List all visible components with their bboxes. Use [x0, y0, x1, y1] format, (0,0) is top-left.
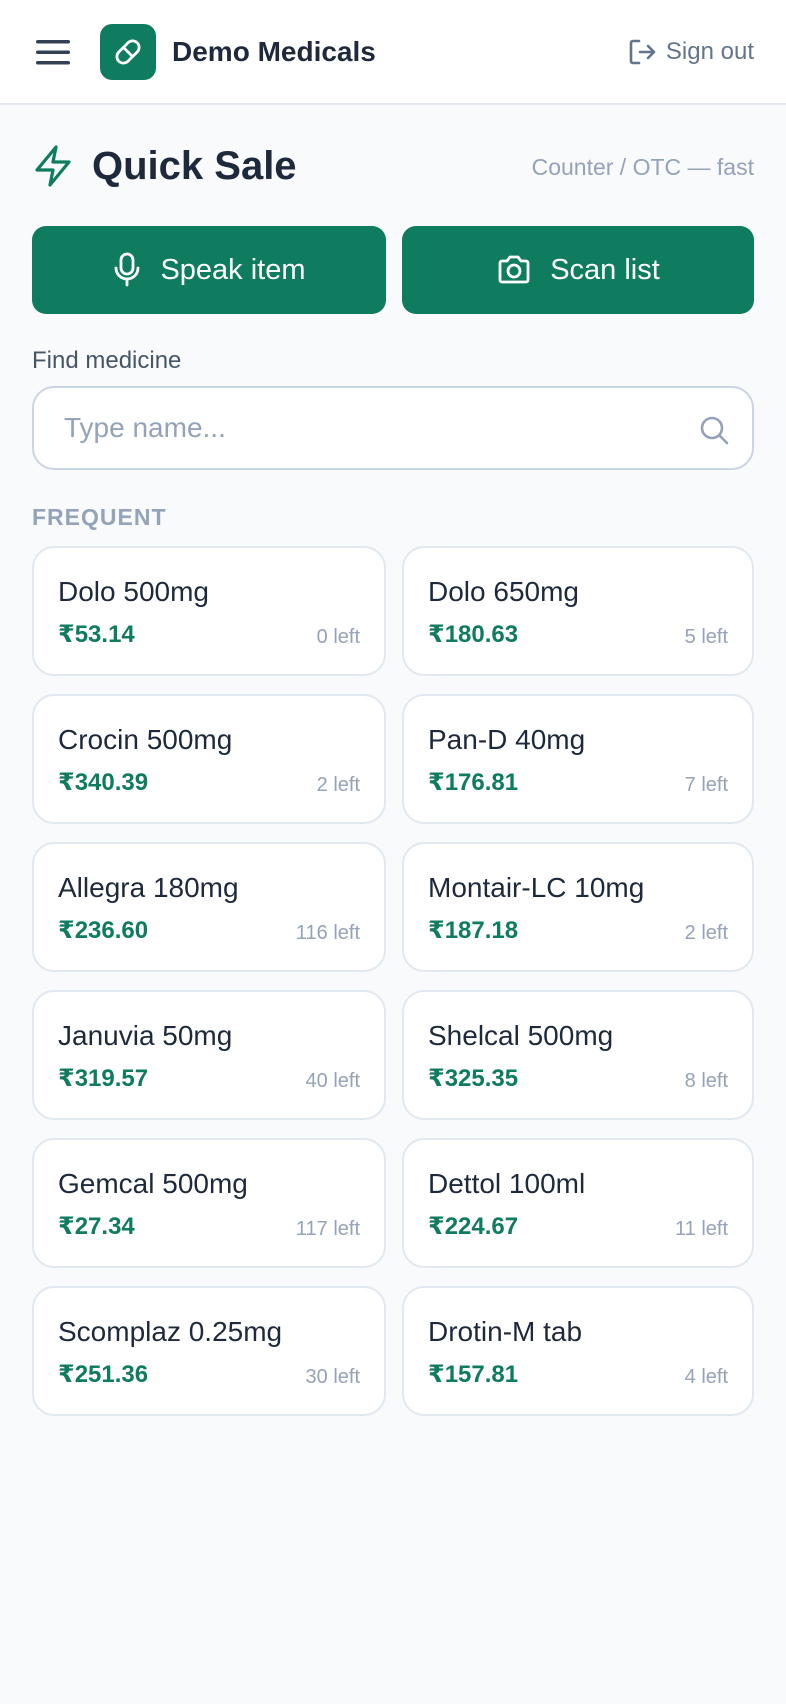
medicine-price: ₹176.81 — [428, 769, 519, 796]
medicine-card[interactable]: Januvia 50mg ₹319.57 40 left — [32, 990, 386, 1120]
medicine-card[interactable]: Dettol 100ml ₹224.67 11 left — [402, 1138, 754, 1268]
medicine-stock: 5 left — [684, 626, 728, 648]
page-header: Quick Sale Counter / OTC — fast — [32, 140, 754, 192]
medicine-stock: 2 left — [316, 774, 360, 796]
section-heading-frequent: FREQUENT — [32, 504, 167, 530]
medicine-name: Pan-D 40mg — [428, 724, 586, 755]
medicine-name: Crocin 500mg — [58, 724, 233, 755]
medicine-stock: 7 left — [684, 774, 728, 796]
medicine-name: Dolo 500mg — [58, 576, 209, 607]
medicine-price: ₹325.35 — [428, 1065, 519, 1092]
medicine-name: Januvia 50mg — [58, 1020, 233, 1051]
medicine-card[interactable]: Crocin 500mg ₹340.39 2 left — [32, 694, 386, 824]
camera-icon — [498, 255, 530, 284]
search-label: Find medicine — [32, 347, 182, 374]
speak-item-label: Speak item — [160, 253, 306, 286]
sign-out-label: Sign out — [665, 38, 754, 65]
medicine-stock: 40 left — [305, 1070, 360, 1092]
medicine-name: Drotin-M tab — [428, 1316, 583, 1347]
medicine-name: Dettol 100ml — [428, 1168, 586, 1199]
medicine-price: ₹53.14 — [58, 621, 135, 648]
medicine-card[interactable]: Scomplaz 0.25mg ₹251.36 30 left — [32, 1286, 386, 1416]
search-icon[interactable] — [698, 414, 730, 446]
medicine-name: Scomplaz 0.25mg — [58, 1316, 283, 1347]
medicine-card[interactable]: Pan-D 40mg ₹176.81 7 left — [402, 694, 754, 824]
medicine-card[interactable]: Dolo 650mg ₹180.63 5 left — [402, 546, 754, 676]
top-bar: Demo Medicals Sign out — [0, 0, 786, 105]
scan-list-button[interactable]: Scan list — [402, 226, 754, 314]
medicine-price: ₹236.60 — [58, 917, 149, 944]
medicine-name: Montair-LC 10mg — [428, 872, 645, 903]
page-subtitle: Counter / OTC — fast — [531, 154, 754, 180]
frequent-items-grid: Dolo 500mg ₹53.14 0 left Dolo 650mg ₹180… — [32, 546, 754, 1416]
microphone-icon — [115, 252, 140, 287]
search-input[interactable] — [62, 388, 662, 468]
medicine-price: ₹251.36 — [58, 1361, 149, 1388]
lightning-bolt-icon — [35, 145, 71, 187]
medicine-price: ₹319.57 — [58, 1065, 149, 1092]
medicine-name: Dolo 650mg — [428, 576, 579, 607]
medicine-stock: 2 left — [684, 922, 728, 944]
medicine-card[interactable]: Drotin-M tab ₹157.81 4 left — [402, 1286, 754, 1416]
medicine-price: ₹157.81 — [428, 1361, 519, 1388]
hamburger-menu-icon — [36, 40, 70, 65]
medicine-name: Gemcal 500mg — [58, 1168, 248, 1199]
medicine-stock: 30 left — [305, 1366, 360, 1388]
medicine-stock: 117 left — [295, 1218, 360, 1240]
medicine-price: ₹224.67 — [428, 1213, 519, 1240]
medicine-price: ₹340.39 — [58, 769, 149, 796]
medicine-card[interactable]: Gemcal 500mg ₹27.34 117 left — [32, 1138, 386, 1268]
medicine-stock: 116 left — [295, 922, 360, 944]
medicine-price: ₹27.34 — [58, 1213, 135, 1240]
sign-out-button[interactable]: Sign out — [626, 32, 754, 72]
speak-item-button[interactable]: Speak item — [32, 226, 386, 314]
brand-name: Demo Medicals — [172, 36, 376, 67]
menu-button[interactable] — [32, 34, 76, 70]
medicine-stock: 4 left — [684, 1366, 728, 1388]
app-logo — [100, 24, 156, 80]
medicine-card[interactable]: Allegra 180mg ₹236.60 116 left — [32, 842, 386, 972]
scan-list-label: Scan list — [550, 253, 660, 286]
search-box — [32, 386, 754, 470]
medicine-card[interactable]: Shelcal 500mg ₹325.35 8 left — [402, 990, 754, 1120]
medicine-price: ₹187.18 — [428, 917, 519, 944]
medicine-stock: 11 left — [675, 1218, 728, 1240]
sign-out-icon — [629, 39, 656, 65]
medicine-card[interactable]: Montair-LC 10mg ₹187.18 2 left — [402, 842, 754, 972]
medicine-stock: 0 left — [316, 626, 360, 648]
pill-icon — [115, 39, 141, 65]
medicine-price: ₹180.63 — [428, 621, 519, 648]
medicine-card[interactable]: Dolo 500mg ₹53.14 0 left — [32, 546, 386, 676]
medicine-stock: 8 left — [684, 1070, 728, 1092]
medicine-name: Allegra 180mg — [58, 872, 239, 903]
medicine-name: Shelcal 500mg — [428, 1020, 614, 1051]
page-title: Quick Sale — [92, 144, 297, 188]
